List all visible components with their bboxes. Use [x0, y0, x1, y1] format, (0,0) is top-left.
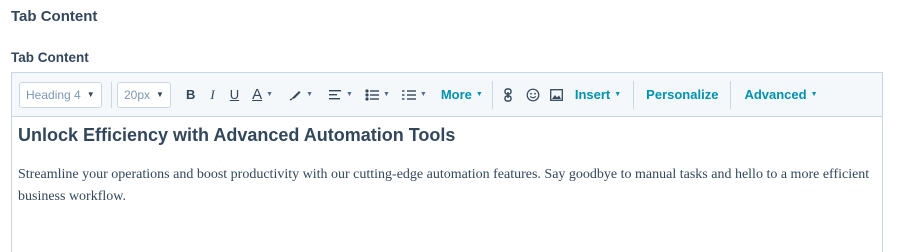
chevron-down-icon: ▼: [382, 91, 390, 98]
advanced-menu-button[interactable]: Advanced ▼: [744, 87, 817, 102]
toolbar-divider: [111, 81, 112, 108]
toolbar-divider: [730, 80, 732, 109]
toolbar-divider: [633, 80, 635, 109]
field-label: Tab Content: [11, 50, 89, 65]
content-paragraph: Streamline your operations and boost pro…: [18, 167, 870, 204]
italic-button[interactable]: I: [210, 82, 214, 108]
advanced-label: Advanced: [744, 87, 807, 102]
image-button[interactable]: [549, 82, 563, 108]
link-icon: [504, 87, 512, 102]
chevron-down-icon: ▼: [614, 91, 622, 98]
rich-text-editor: Heading 4 ▼ 20px ▼ B I U A ▼ ▼ ▼ ▼ ▼ Mor…: [11, 72, 883, 252]
content-heading: Unlock Efficiency with Advanced Automati…: [18, 125, 456, 145]
chevron-down-icon: ▼: [475, 91, 483, 98]
editor-content-area[interactable]: Unlock Efficiency with Advanced Automati…: [12, 117, 882, 208]
more-menu-button[interactable]: More ▼: [441, 87, 483, 102]
align-icon: [329, 89, 342, 101]
font-size-select[interactable]: 20px ▼: [117, 81, 171, 108]
numbered-list-button[interactable]: ▼: [401, 82, 427, 108]
bold-button[interactable]: B: [186, 82, 195, 108]
bulleted-list-icon: [365, 88, 379, 101]
chevron-down-icon: ▼: [266, 91, 274, 98]
chevron-down-icon: ▼: [306, 91, 314, 98]
highlight-icon: [289, 88, 302, 101]
align-button[interactable]: ▼: [329, 82, 353, 108]
text-color-button[interactable]: A ▼: [252, 82, 273, 108]
block-format-value: Heading 4: [26, 87, 81, 102]
more-label: More: [440, 87, 472, 102]
insert-menu-button[interactable]: Insert ▼: [575, 87, 621, 102]
chevron-down-icon: ▼: [419, 91, 427, 98]
personalize-button[interactable]: Personalize: [646, 87, 718, 102]
highlight-button[interactable]: ▼: [289, 82, 313, 108]
emoji-button[interactable]: [526, 82, 540, 108]
chevron-down-icon: ▼: [810, 91, 818, 98]
chevron-down-icon: ▼: [86, 90, 95, 99]
emoji-icon: [526, 88, 540, 102]
personalize-label: Personalize: [646, 87, 719, 102]
underline-button[interactable]: U: [230, 82, 239, 108]
editor-toolbar: Heading 4 ▼ 20px ▼ B I U A ▼ ▼ ▼ ▼ ▼ Mor…: [12, 73, 882, 117]
text-color-label: A: [252, 86, 263, 103]
insert-label: Insert: [574, 87, 611, 102]
toolbar-divider: [491, 80, 493, 109]
bulleted-list-button[interactable]: ▼: [365, 82, 390, 108]
image-icon: [549, 88, 563, 101]
section-title: Tab Content: [11, 8, 98, 25]
link-button[interactable]: [504, 82, 512, 108]
chevron-down-icon: ▼: [156, 90, 164, 99]
chevron-down-icon: ▼: [346, 91, 353, 98]
numbered-list-icon: [401, 89, 416, 101]
block-format-select[interactable]: Heading 4 ▼: [19, 81, 102, 108]
font-size-value: 20px: [124, 87, 151, 102]
